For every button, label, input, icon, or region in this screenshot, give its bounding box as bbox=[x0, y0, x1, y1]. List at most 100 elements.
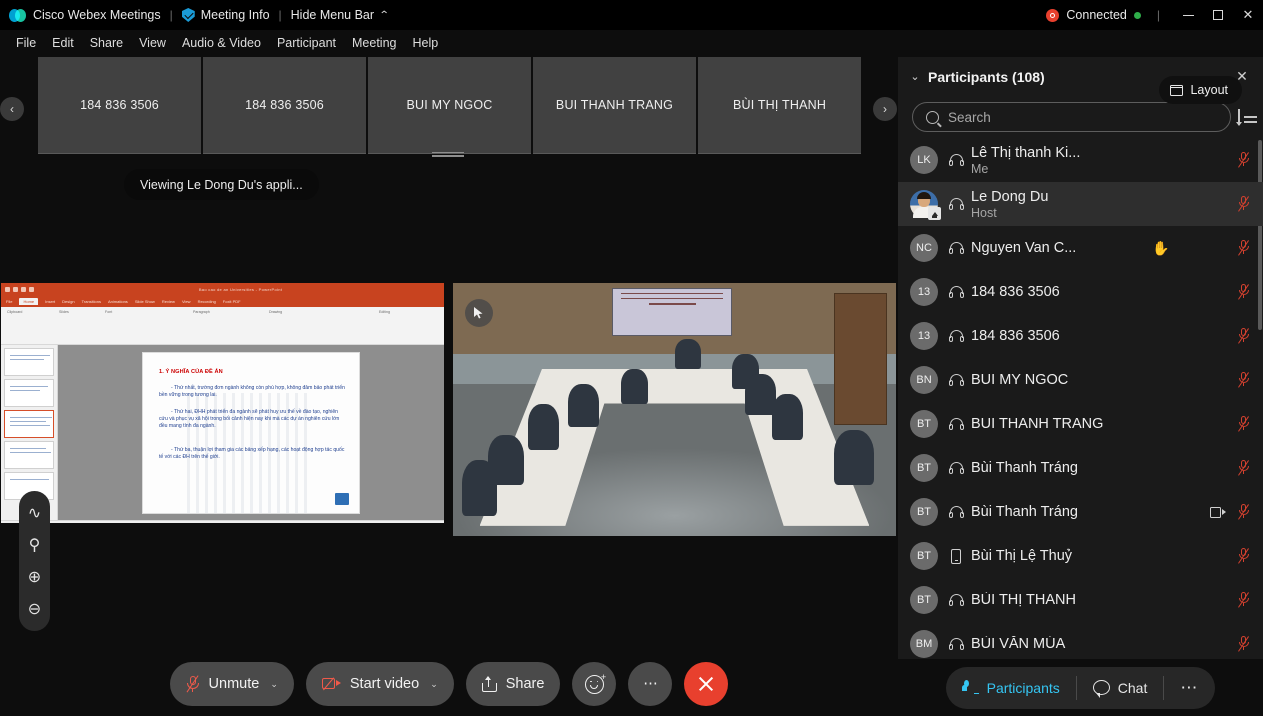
list-item[interactable]: BT BUI THANH TRANG bbox=[898, 402, 1263, 446]
mic-muted-icon[interactable] bbox=[1237, 592, 1250, 608]
raised-hand-icon: ✋ bbox=[1152, 240, 1170, 256]
menu-edit[interactable]: Edit bbox=[44, 33, 82, 53]
close-window-button[interactable]: ✕ bbox=[1233, 0, 1263, 30]
avatar: 13 bbox=[910, 322, 938, 350]
hide-menu-bar-button[interactable]: Hide Menu Bar bbox=[291, 8, 374, 22]
list-item[interactable]: Le Dong Du Host bbox=[898, 182, 1263, 226]
list-item[interactable]: NC Nguyen Van C... ✋ bbox=[898, 226, 1263, 270]
share-button[interactable]: Share bbox=[465, 662, 561, 706]
list-item[interactable]: BT Bùi Thị Lệ Thuỷ bbox=[898, 534, 1263, 578]
list-item[interactable]: BT Bùi Thanh Tráng bbox=[898, 490, 1263, 534]
mic-muted-icon[interactable] bbox=[1237, 504, 1250, 520]
maximize-button[interactable] bbox=[1203, 0, 1233, 30]
ppt-slide-thumb[interactable] bbox=[4, 348, 54, 376]
mic-muted-icon[interactable] bbox=[1237, 240, 1250, 256]
pin-icon[interactable] bbox=[465, 299, 493, 327]
avatar-initials: BT bbox=[916, 506, 932, 518]
ppt-tab-foxit: Foxit PDF bbox=[222, 299, 241, 304]
row-icons bbox=[1237, 592, 1250, 608]
start-video-button[interactable]: Start video ⌄ bbox=[305, 662, 454, 706]
list-item[interactable]: BN BUI MY NGOC bbox=[898, 358, 1263, 402]
participant-name: BUI MY NGOC bbox=[971, 372, 1069, 388]
filmstrip-next-button[interactable]: › bbox=[873, 97, 897, 121]
mic-muted-icon[interactable] bbox=[1237, 328, 1250, 344]
list-item[interactable]: BT BÙI THỊ THANH bbox=[898, 578, 1263, 622]
panel-more-button[interactable]: ⋯ bbox=[1164, 667, 1215, 709]
search-input[interactable] bbox=[948, 109, 1217, 125]
participants-toggle-button[interactable]: Participants bbox=[946, 667, 1076, 709]
unmute-chevron-down-icon[interactable]: ⌄ bbox=[270, 679, 278, 690]
list-item[interactable]: 13 184 836 3506 bbox=[898, 270, 1263, 314]
list-item[interactable]: BT Bùi Thanh Tráng bbox=[898, 446, 1263, 490]
chat-toggle-button[interactable]: Chat bbox=[1077, 667, 1164, 709]
menu-file[interactable]: File bbox=[8, 33, 44, 53]
menu-meeting[interactable]: Meeting bbox=[344, 33, 404, 53]
row-icons bbox=[1237, 328, 1250, 344]
more-options-button[interactable]: ⋯ bbox=[628, 662, 673, 706]
menu-audio-video[interactable]: Audio & Video bbox=[174, 33, 269, 53]
menu-share[interactable]: Share bbox=[82, 33, 131, 53]
filmstrip-thumb[interactable]: BUI THANH TRANG bbox=[533, 57, 696, 154]
menu-view[interactable]: View bbox=[131, 33, 174, 53]
video-tile-conference-room[interactable] bbox=[453, 283, 896, 536]
participants-panel: ⌄ Participants (108) ✕ LK Lê Thị thanh K… bbox=[898, 57, 1263, 716]
annotate-pen-icon[interactable]: ∿ bbox=[25, 503, 45, 523]
filmstrip-prev-button[interactable]: ‹ bbox=[0, 97, 24, 121]
participant-name-block: Bùi Thanh Tráng bbox=[971, 504, 1210, 520]
annotation-toolbar[interactable]: ∿ ⚲ ⊕ ⊖ bbox=[19, 491, 50, 631]
title-separator-2: | bbox=[278, 8, 282, 22]
chevron-up-icon[interactable]: ⌃ bbox=[379, 10, 390, 21]
filmstrip-thumb[interactable]: BÙI THỊ THANH bbox=[698, 57, 861, 154]
ppt-slide-thumb[interactable] bbox=[4, 379, 54, 407]
participant-name: 184 836 3506 bbox=[971, 328, 1060, 344]
mic-muted-icon[interactable] bbox=[1237, 372, 1250, 388]
shield-icon bbox=[181, 8, 195, 22]
mic-muted-icon[interactable] bbox=[1237, 636, 1250, 652]
mic-muted-icon[interactable] bbox=[1237, 196, 1250, 212]
reactions-button[interactable]: + bbox=[572, 662, 617, 706]
zoom-out-icon[interactable]: ⊖ bbox=[25, 599, 45, 619]
list-item[interactable]: LK Lê Thị thanh Ki... Me bbox=[898, 138, 1263, 182]
participant-name-block: Nguyen Van C... bbox=[971, 240, 1152, 256]
mic-muted-icon[interactable] bbox=[1237, 460, 1250, 476]
search-box[interactable] bbox=[912, 102, 1231, 132]
filmstrip-thumb[interactable]: 184 836 3506 bbox=[38, 57, 201, 154]
avatar: BN bbox=[910, 366, 938, 394]
participant-name-block: Lê Thị thanh Ki... Me bbox=[971, 145, 1238, 176]
minimize-button[interactable] bbox=[1173, 0, 1203, 30]
start-video-chevron-down-icon[interactable]: ⌄ bbox=[430, 679, 438, 690]
mic-muted-icon[interactable] bbox=[1237, 416, 1250, 432]
zoom-in-icon[interactable]: ⊕ bbox=[25, 567, 45, 587]
filmstrip-resize-handle[interactable] bbox=[432, 150, 464, 158]
ppt-group-paragraph: Paragraph bbox=[193, 310, 210, 314]
chat-toggle-label: Chat bbox=[1117, 679, 1148, 696]
sort-icon[interactable] bbox=[1236, 106, 1257, 128]
row-icons bbox=[1237, 460, 1250, 476]
filmstrip-thumb[interactable]: 184 836 3506 bbox=[203, 57, 366, 154]
menu-participant[interactable]: Participant bbox=[269, 33, 344, 53]
list-item[interactable]: 13 184 836 3506 bbox=[898, 314, 1263, 358]
ppt-slide-thumb-selected[interactable] bbox=[4, 410, 54, 438]
connection-quality-dot bbox=[1133, 11, 1141, 19]
participant-name: BÙI VĂN MÚA bbox=[971, 636, 1066, 652]
layout-button[interactable]: Layout bbox=[1159, 76, 1242, 104]
menu-help[interactable]: Help bbox=[404, 33, 446, 53]
ppt-slide-thumb[interactable] bbox=[4, 441, 54, 469]
end-meeting-button[interactable] bbox=[684, 662, 729, 706]
ppt-slide-canvas[interactable]: 1. Ý NGHĨA CỦA ĐỀ ÁN - Thứ nhất, trường … bbox=[58, 345, 444, 520]
room-person bbox=[461, 460, 498, 516]
laser-pointer-icon[interactable]: ⚲ bbox=[25, 535, 45, 555]
unmute-button[interactable]: Unmute ⌄ bbox=[169, 662, 294, 706]
chevron-down-icon[interactable]: ⌄ bbox=[904, 66, 926, 88]
mic-muted-icon[interactable] bbox=[1237, 548, 1250, 564]
shared-content-panel[interactable]: Bao cao de an Universities - PowerPoint … bbox=[1, 283, 444, 523]
filmstrip-thumb[interactable]: BUI MY NGOC bbox=[368, 57, 531, 154]
participants-list[interactable]: LK Lê Thị thanh Ki... Me Le Dong Du Host… bbox=[898, 138, 1263, 716]
headset-icon bbox=[947, 505, 965, 519]
connection-status[interactable]: Connected bbox=[1046, 8, 1141, 22]
mic-muted-icon[interactable] bbox=[1237, 152, 1250, 168]
meeting-info-button[interactable]: Meeting Info bbox=[201, 8, 270, 22]
mic-muted-icon[interactable] bbox=[1237, 284, 1250, 300]
layout-grid-icon bbox=[1170, 84, 1184, 96]
camera-off-icon bbox=[321, 677, 341, 691]
